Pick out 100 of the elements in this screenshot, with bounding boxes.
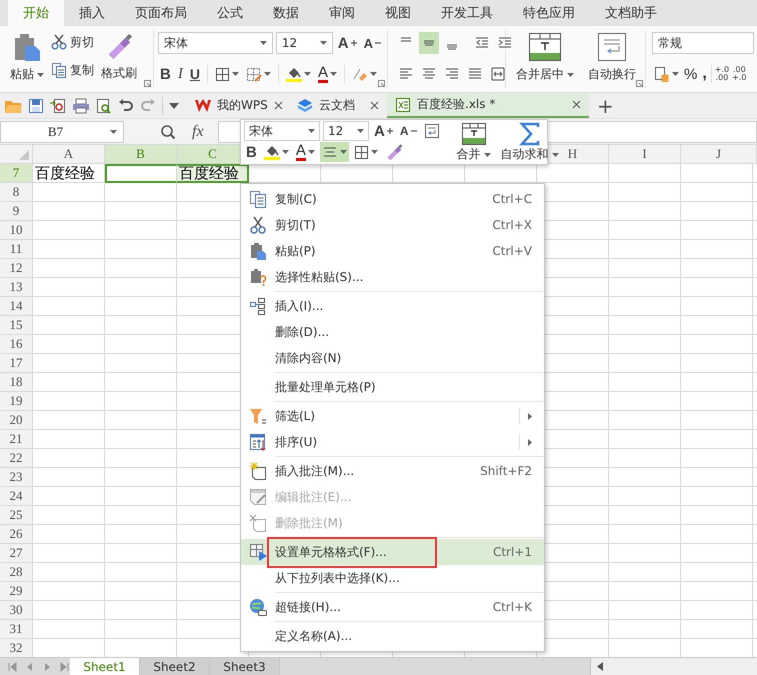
copy-button[interactable]: 复制 — [49, 58, 96, 82]
font-size-select[interactable]: 12 — [276, 32, 333, 54]
cut-button[interactable]: 剪切 — [49, 30, 96, 54]
border-icon[interactable] — [354, 144, 369, 160]
row-number[interactable]: 8 — [0, 183, 33, 202]
row-number[interactable]: 21 — [0, 430, 33, 449]
menu-item[interactable]: 超链接(H)... Ctrl+K — [241, 594, 544, 620]
new-tab-button[interactable]: + — [589, 93, 622, 118]
menu-item[interactable]: 筛选(L) — [241, 403, 544, 429]
font-color-button[interactable]: A — [294, 142, 317, 162]
column-header[interactable]: J — [681, 145, 757, 164]
document-tab[interactable]: 百度经验.xls * — [387, 93, 589, 118]
row-number[interactable]: 22 — [0, 449, 33, 468]
number-format-select[interactable]: 常规 — [652, 32, 754, 54]
document-tab[interactable]: 我的WPS — [187, 93, 289, 118]
menu-item[interactable]: 定义名称(A)... — [241, 623, 544, 649]
print-preview-button[interactable] — [96, 98, 112, 114]
row-number[interactable]: 9 — [0, 202, 33, 221]
paste-button[interactable]: 粘贴 — [8, 30, 46, 84]
menu-item[interactable]: 复制(C) Ctrl+C — [241, 186, 544, 212]
menu-item[interactable]: 剪切(T) Ctrl+X — [241, 212, 544, 238]
copy-icon[interactable] — [51, 62, 67, 78]
row-number[interactable]: 12 — [0, 259, 33, 278]
row-number[interactable]: 24 — [0, 487, 33, 506]
fill-color-icon[interactable] — [264, 144, 280, 160]
row-number[interactable]: 28 — [0, 563, 33, 582]
row-number[interactable]: 14 — [0, 297, 33, 316]
row-number[interactable]: 11 — [0, 240, 33, 259]
zoom-button[interactable] — [160, 124, 176, 140]
row-number[interactable]: 26 — [0, 525, 33, 544]
menu-item[interactable]: 删除(D)... — [241, 319, 544, 345]
font-select[interactable]: 宋体 — [244, 121, 320, 141]
menu-item[interactable]: 插入批注(M)... Shift+F2 — [241, 458, 544, 484]
menu-tab[interactable]: 特色应用 — [508, 0, 590, 26]
close-icon[interactable] — [370, 101, 379, 110]
close-icon[interactable] — [274, 101, 283, 110]
menu-item[interactable]: 批量处理单元格(P) — [241, 374, 544, 400]
row-number[interactable]: 29 — [0, 582, 33, 601]
active-cell[interactable] — [105, 164, 177, 183]
row-number[interactable]: 18 — [0, 373, 33, 392]
menu-tab[interactable]: 视图 — [370, 0, 426, 26]
percent-button[interactable]: % — [682, 63, 700, 85]
format-painter-button[interactable]: 格式刷 — [99, 30, 139, 84]
document-tab[interactable]: 云文档 — [289, 93, 387, 118]
menu-tab[interactable]: 开始 — [8, 0, 64, 26]
name-box[interactable]: B7 — [0, 120, 124, 142]
font-select[interactable]: 宋体 — [158, 32, 273, 54]
menu-item[interactable]: 排序(U) — [241, 429, 544, 455]
merge-center-button[interactable]: 合并居中 — [514, 30, 576, 84]
align-button[interactable] — [320, 142, 349, 162]
customize-button[interactable] — [169, 102, 179, 108]
row-number[interactable]: 20 — [0, 411, 33, 430]
bold-button[interactable]: B — [158, 63, 173, 85]
save-button[interactable] — [28, 98, 44, 114]
row-number[interactable]: 23 — [0, 468, 33, 487]
undo-button[interactable] — [118, 98, 134, 114]
row-number[interactable]: 16 — [0, 335, 33, 354]
row-number[interactable]: 27 — [0, 544, 33, 563]
row-number[interactable]: 15 — [0, 316, 33, 335]
decimal-button[interactable]: .00 +.0 — [731, 65, 748, 83]
export-pdf-button[interactable] — [50, 98, 66, 114]
insert-function-button[interactable]: fx — [188, 122, 208, 140]
wrap-text-button[interactable]: 自动换行 — [586, 30, 638, 84]
menu-tab[interactable]: 插入 — [64, 0, 120, 26]
column-header[interactable]: I — [609, 145, 681, 164]
row-number[interactable]: 17 — [0, 354, 33, 373]
row-number[interactable]: 19 — [0, 392, 33, 411]
menu-item[interactable]: 清除内容(N) — [241, 345, 544, 371]
sheet-tab[interactable]: Sheet1 — [70, 658, 140, 675]
menu-tab[interactable]: 数据 — [258, 0, 314, 26]
menu-tab[interactable]: 文档助手 — [590, 0, 672, 26]
scissors-icon[interactable] — [51, 34, 67, 50]
grow-font-button[interactable]: A — [372, 121, 395, 141]
font-color-button[interactable]: A — [316, 63, 339, 85]
sheet-tab[interactable]: Sheet3 — [210, 658, 280, 675]
sheet-tab[interactable]: Sheet2 — [140, 658, 210, 675]
decimal-button[interactable]: +.0 .00 — [714, 65, 730, 83]
fill-color-icon[interactable] — [286, 66, 302, 82]
border-icon[interactable] — [214, 66, 230, 82]
font-size-select[interactable]: 12 — [323, 121, 369, 141]
menu-item[interactable]: 粘贴(P) Ctrl+V — [241, 238, 544, 264]
menu-tab[interactable]: 公式 — [202, 0, 258, 26]
grow-font-button[interactable]: A — [336, 32, 359, 54]
row-number[interactable]: 30 — [0, 601, 33, 620]
column-header[interactable]: A — [33, 145, 105, 164]
menu-item[interactable]: 设置单元格格式(F)... Ctrl+1 — [241, 539, 544, 565]
row-number[interactable]: 10 — [0, 221, 33, 240]
underline-button[interactable]: U — [188, 63, 202, 85]
menu-tab[interactable]: 页面布局 — [120, 0, 202, 26]
row-number[interactable]: 31 — [0, 620, 33, 639]
row-number[interactable]: 25 — [0, 506, 33, 525]
menu-tab[interactable]: 审阅 — [314, 0, 370, 26]
row-number[interactable]: 13 — [0, 278, 33, 297]
italic-button[interactable]: I — [176, 63, 185, 85]
menu-item[interactable]: 从下拉列表中选择(K)... — [241, 565, 544, 591]
shrink-font-button[interactable]: A — [362, 32, 383, 54]
menu-item[interactable]: 选择性粘贴(S)... — [241, 264, 544, 290]
menu-item[interactable]: 插入(I)... — [241, 293, 544, 319]
merge-button[interactable]: 合并 — [454, 121, 494, 163]
shrink-font-button[interactable]: A — [398, 121, 419, 141]
